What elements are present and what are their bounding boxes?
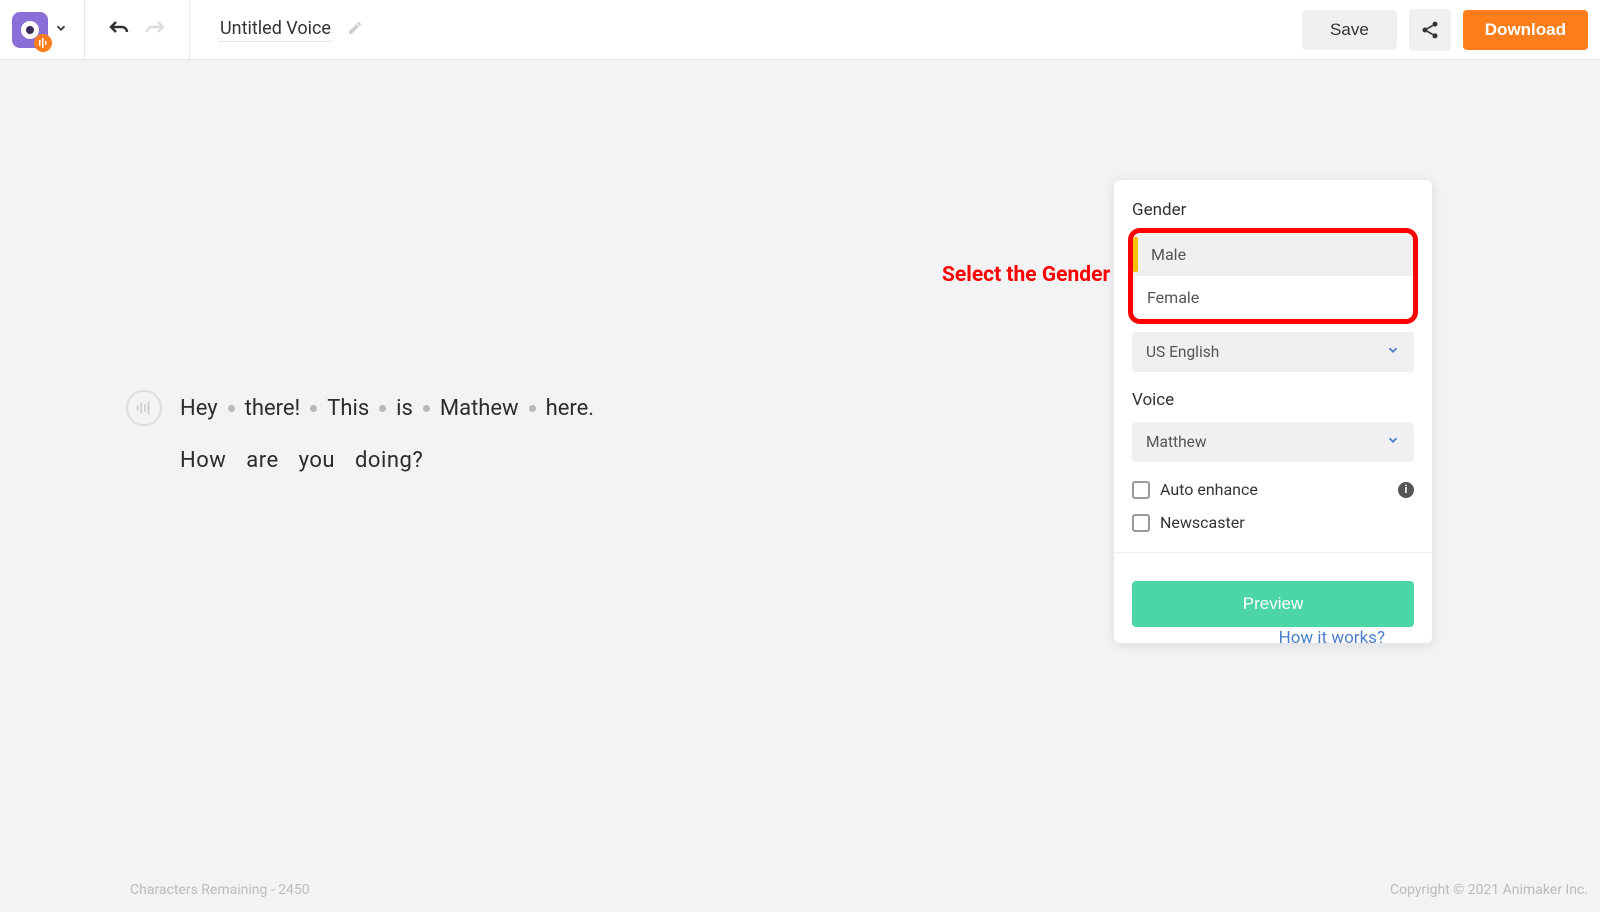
preview-button[interactable]: Preview [1132,581,1414,627]
newscaster-row[interactable]: Newscaster [1132,513,1414,532]
gender-option-female[interactable]: Female [1133,276,1413,319]
word[interactable]: there! [245,396,301,421]
auto-enhance-label: Auto enhance [1160,480,1258,499]
voice-selected-value: Matthew [1146,433,1207,451]
chevron-down-icon [1386,343,1400,361]
chevron-down-icon [1386,433,1400,451]
word[interactable]: here. [546,396,595,421]
word[interactable]: are [246,448,278,473]
header-actions: Save Download [1302,9,1588,51]
share-icon [1420,20,1440,40]
redo-button[interactable] [137,12,173,48]
voice-select[interactable]: Matthew [1132,422,1414,462]
title-section: Untitled Voice [190,18,363,42]
word[interactable]: is [396,396,413,421]
save-button[interactable]: Save [1302,10,1397,50]
text-editor[interactable]: Hey there! This is Mathew here. How are … [126,390,594,473]
main-content: Hey there! This is Mathew here. How are … [0,60,1600,912]
app-logo[interactable] [12,12,48,48]
word-separator-dot [379,405,386,412]
language-selected-value: US English [1146,343,1219,361]
redo-icon [143,18,167,42]
logo-dropdown-icon[interactable] [54,20,68,39]
project-title[interactable]: Untitled Voice [220,18,331,42]
undo-button[interactable] [101,12,137,48]
voice-line-1: Hey there! This is Mathew here. [126,390,594,426]
how-it-works-link[interactable]: How it works? [1279,628,1385,648]
voice-waveform-icon[interactable] [126,390,162,426]
word[interactable]: Mathew [440,396,519,421]
download-button[interactable]: Download [1463,10,1588,50]
info-icon[interactable]: i [1398,482,1414,498]
word[interactable]: Hey [180,396,218,421]
voice-line-2[interactable]: How are you doing? [126,448,594,473]
voice-label: Voice [1132,390,1414,410]
instruction-annotation: Select the Gender [942,263,1110,287]
logo-section [12,0,85,59]
panel-divider [1114,552,1432,553]
language-select[interactable]: US English [1132,332,1414,372]
gender-option-male[interactable]: Male [1133,233,1413,276]
edit-title-icon[interactable] [347,20,363,40]
voice-settings-panel: Gender Male Female US English Voice Matt… [1114,180,1432,643]
word[interactable]: How [180,448,226,473]
word[interactable]: you [299,448,335,473]
undo-redo-section [85,0,190,59]
word[interactable]: doing? [355,448,423,473]
header-bar: Untitled Voice Save Download [0,0,1600,60]
copyright: Copyright © 2021 Animaker Inc. [1390,882,1588,898]
newscaster-label: Newscaster [1160,513,1245,532]
newscaster-checkbox[interactable] [1132,514,1150,532]
word-separator-dot [529,405,536,412]
chars-remaining: Characters Remaining - 2450 [130,882,310,898]
share-button[interactable] [1409,9,1451,51]
word-separator-dot [228,405,235,412]
gender-label: Gender [1132,200,1414,220]
gender-selector-highlight: Male Female [1128,228,1418,324]
word-separator-dot [423,405,430,412]
word[interactable]: This [327,396,369,421]
word-separator-dot [310,405,317,412]
auto-enhance-row[interactable]: Auto enhance i [1132,480,1414,499]
auto-enhance-checkbox[interactable] [1132,481,1150,499]
undo-icon [107,18,131,42]
